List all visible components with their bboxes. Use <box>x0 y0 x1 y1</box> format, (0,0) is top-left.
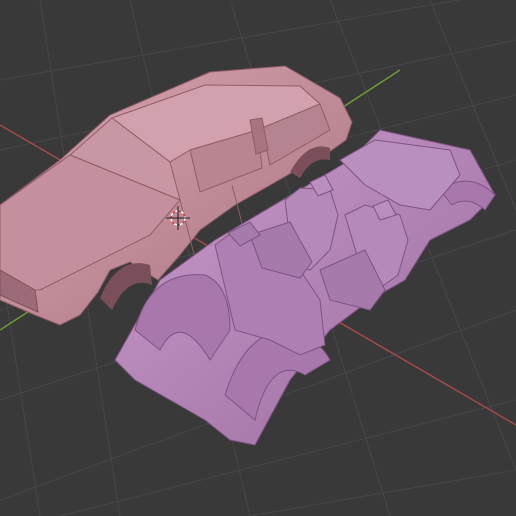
3d-viewport[interactable] <box>0 0 516 516</box>
viewport-canvas[interactable] <box>0 0 516 516</box>
